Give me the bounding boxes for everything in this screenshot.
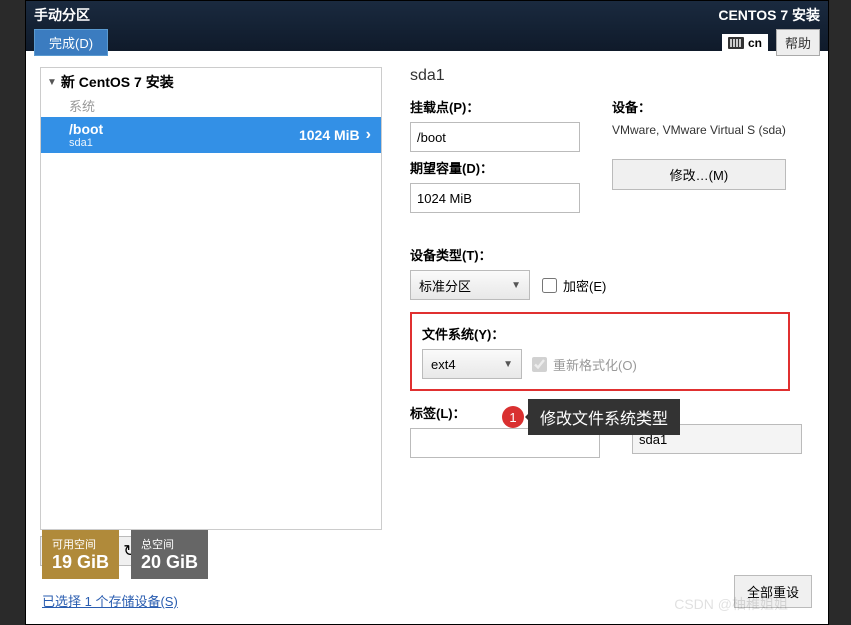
- keyboard-icon: [728, 37, 744, 49]
- partition-tree: ▼ 新 CentOS 7 安装 系统 /boot sda1 1024 MiB ›: [40, 67, 382, 530]
- partition-row-boot[interactable]: /boot sda1 1024 MiB ›: [41, 117, 381, 153]
- language-code: cn: [748, 36, 762, 50]
- encrypt-label: 加密(E): [563, 276, 606, 295]
- expand-icon: ▼: [47, 77, 57, 88]
- install-title: CENTOS 7 安装: [718, 5, 820, 25]
- encrypt-checkbox-row[interactable]: 加密(E): [542, 276, 606, 295]
- partition-device: sda1: [69, 137, 103, 149]
- devices-text: VMware, VMware Virtual S (sda): [612, 122, 786, 139]
- total-space-box: 总空间 20 GiB: [131, 530, 208, 579]
- device-type-label: 设备类型(T)：: [410, 245, 812, 264]
- partition-size: 1024 MiB: [299, 127, 360, 143]
- available-space-box: 可用空间 19 GiB: [42, 530, 119, 579]
- partition-sidebar: ▼ 新 CentOS 7 安装 系统 /boot sda1 1024 MiB ›: [26, 51, 386, 574]
- filesystem-select[interactable]: ext4 ▼: [422, 349, 522, 379]
- page-title: 手动分区: [34, 5, 90, 25]
- partition-name: /boot: [69, 121, 103, 137]
- header-bar: 手动分区 完成(D) CENTOS 7 安装 cn 帮助: [26, 1, 828, 51]
- capacity-label: 期望容量(D)：: [410, 158, 580, 177]
- chevron-down-icon: ▼: [503, 359, 513, 370]
- devices-label: 设备：: [612, 97, 786, 116]
- annotation-text: 修改文件系统类型: [528, 399, 680, 435]
- modify-devices-button[interactable]: 修改…(M): [612, 159, 786, 190]
- available-space-value: 19 GiB: [52, 552, 109, 573]
- footer-bar: 可用空间 19 GiB 总空间 20 GiB 已选择 1 个存储设备(S) 全部…: [26, 524, 828, 624]
- mountpoint-input[interactable]: [410, 122, 580, 152]
- mountpoint-label: 挂载点(P)：: [410, 97, 580, 116]
- reformat-checkbox-row: 重新格式化(O): [532, 355, 637, 374]
- total-space-value: 20 GiB: [141, 552, 198, 573]
- reformat-label: 重新格式化(O): [553, 355, 637, 374]
- filesystem-highlight: 文件系统(Y)： ext4 ▼ 重新格式化(O): [410, 312, 790, 391]
- device-type-select[interactable]: 标准分区 ▼: [410, 270, 530, 300]
- system-label: 系统: [41, 96, 381, 117]
- reset-all-button[interactable]: 全部重设: [734, 575, 812, 608]
- tree-title: 新 CentOS 7 安装: [61, 72, 174, 92]
- annotation-callout: 1 修改文件系统类型: [502, 399, 680, 435]
- available-space-label: 可用空间: [52, 536, 109, 552]
- encrypt-checkbox[interactable]: [542, 278, 557, 293]
- detail-panel: sda1 挂载点(P)： 期望容量(D)： 设备： VMware, VMware…: [386, 51, 828, 574]
- filesystem-label: 文件系统(Y)：: [422, 324, 778, 343]
- language-indicator[interactable]: cn: [722, 34, 768, 52]
- storage-devices-link[interactable]: 已选择 1 个存储设备(S): [42, 585, 178, 610]
- capacity-input[interactable]: [410, 183, 580, 213]
- reformat-checkbox: [532, 357, 547, 372]
- chevron-down-icon: ▼: [511, 280, 521, 291]
- device-type-value: 标准分区: [419, 276, 471, 295]
- chevron-right-icon: ›: [366, 126, 371, 144]
- total-space-label: 总空间: [141, 536, 198, 552]
- tree-heading[interactable]: ▼ 新 CentOS 7 安装: [41, 68, 381, 96]
- filesystem-value: ext4: [431, 357, 456, 372]
- detail-heading: sda1: [410, 67, 812, 85]
